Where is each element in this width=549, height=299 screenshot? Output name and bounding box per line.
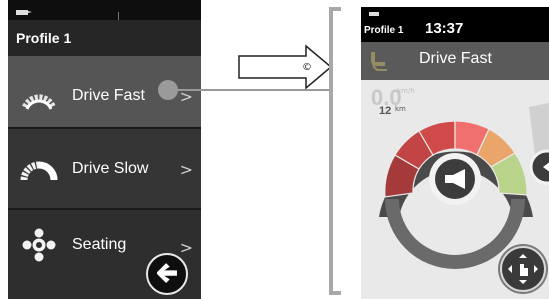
back-button[interactable] bbox=[146, 253, 188, 295]
profile-header: Profile 1 bbox=[8, 20, 201, 57]
status-divider bbox=[118, 12, 119, 20]
left-screen: Profile 1 Drive Fast > Drive Slow > Seat… bbox=[8, 0, 201, 299]
seating-joystick-icon bbox=[21, 227, 57, 263]
menu-item-label: Seating bbox=[72, 236, 127, 253]
highlight-bracket bbox=[329, 7, 341, 295]
speedometer-fast-icon bbox=[22, 94, 56, 110]
chevron-right-icon: > bbox=[179, 159, 193, 179]
profile-title: Profile 1 bbox=[16, 30, 72, 46]
arrow-symbol: © bbox=[302, 62, 312, 73]
status-bar bbox=[8, 0, 201, 20]
menu-item-label: Drive Slow bbox=[72, 160, 149, 177]
back-arrow-icon bbox=[157, 263, 177, 284]
transition-arrow-icon: © bbox=[238, 44, 333, 90]
right-screen: Profile 1 13:37 Drive Fast 0.0 km/h 12 k… bbox=[361, 7, 549, 299]
speedometer-slow-icon bbox=[20, 161, 58, 181]
touch-gesture-icon bbox=[500, 246, 546, 292]
touch-control-button[interactable] bbox=[498, 244, 548, 294]
menu-item-label: Drive Fast bbox=[72, 87, 145, 104]
menu-item-drive-slow[interactable]: Drive Slow > bbox=[8, 127, 201, 209]
battery-icon bbox=[16, 10, 32, 15]
